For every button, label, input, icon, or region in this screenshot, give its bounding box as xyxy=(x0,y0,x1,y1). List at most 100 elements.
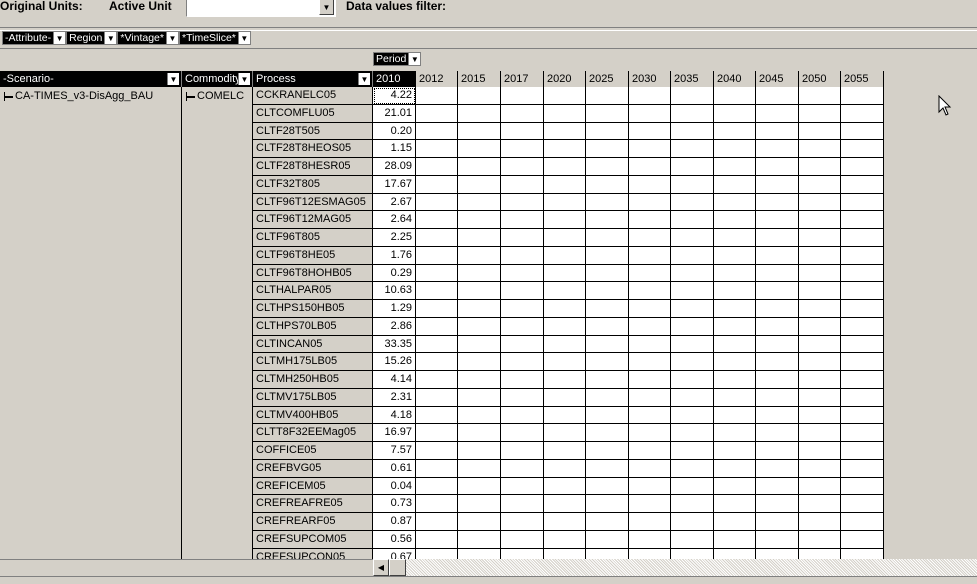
data-cell[interactable] xyxy=(671,246,714,265)
data-cell[interactable]: 0.73 xyxy=(373,495,416,513)
data-cell[interactable] xyxy=(756,335,799,354)
data-cell[interactable] xyxy=(799,495,841,513)
data-cell[interactable] xyxy=(841,140,884,158)
data-cell[interactable] xyxy=(671,353,714,371)
data-cell[interactable] xyxy=(799,300,841,318)
data-cell[interactable] xyxy=(756,513,799,531)
data-cell[interactable] xyxy=(799,459,841,478)
data-cell[interactable] xyxy=(416,104,458,123)
data-cell[interactable] xyxy=(458,335,501,354)
process-row-label[interactable]: CLTHPS150HB05 xyxy=(253,300,373,318)
data-cell[interactable] xyxy=(586,140,629,158)
data-cell[interactable] xyxy=(714,140,756,158)
data-cell[interactable] xyxy=(671,264,714,283)
data-cell[interactable] xyxy=(544,175,586,194)
data-cell[interactable] xyxy=(501,424,544,442)
data-cell[interactable] xyxy=(501,122,544,141)
process-row-label[interactable]: CLTF28T505 xyxy=(253,122,373,141)
data-cell[interactable] xyxy=(586,406,629,425)
data-cell[interactable] xyxy=(629,406,671,425)
scenario-column-header[interactable]: -Scenario- ▼ xyxy=(0,71,182,87)
data-cell[interactable] xyxy=(544,87,586,105)
data-cell[interactable]: 2.31 xyxy=(373,388,416,407)
data-cell[interactable] xyxy=(671,140,714,158)
data-cell[interactable] xyxy=(756,477,799,496)
data-cell[interactable] xyxy=(629,104,671,123)
data-cell[interactable] xyxy=(629,229,671,247)
data-cell[interactable] xyxy=(416,424,458,442)
chevron-down-icon[interactable]: ▼ xyxy=(319,0,334,15)
data-cell[interactable] xyxy=(841,371,884,389)
data-cell[interactable] xyxy=(501,388,544,407)
data-cell[interactable] xyxy=(756,158,799,176)
data-cell[interactable] xyxy=(671,87,714,105)
data-cell[interactable] xyxy=(544,353,586,371)
process-row-label[interactable]: CREFICEM05 xyxy=(253,477,373,496)
data-cell[interactable]: 1.29 xyxy=(373,300,416,318)
data-cell[interactable] xyxy=(501,353,544,371)
year-header-2015[interactable]: 2015 xyxy=(458,71,501,88)
data-cell[interactable] xyxy=(416,193,458,212)
chevron-down-icon[interactable]: ▼ xyxy=(358,73,370,85)
data-cell[interactable] xyxy=(501,477,544,496)
data-cell[interactable]: 17.67 xyxy=(373,175,416,194)
data-cell[interactable] xyxy=(629,300,671,318)
region-filter-chip[interactable]: Region ▼ xyxy=(66,31,118,45)
data-cell[interactable] xyxy=(756,530,799,549)
process-row-label[interactable]: CLTMH175LB05 xyxy=(253,353,373,371)
data-cell[interactable] xyxy=(586,246,629,265)
data-cell[interactable] xyxy=(416,229,458,247)
data-cell[interactable] xyxy=(714,335,756,354)
scroll-thumb[interactable] xyxy=(389,559,406,576)
process-row-label[interactable]: CREFBVG05 xyxy=(253,459,373,478)
data-cell[interactable]: 4.22 xyxy=(373,87,416,105)
data-cell[interactable] xyxy=(501,317,544,336)
data-cell[interactable] xyxy=(629,388,671,407)
data-cell[interactable] xyxy=(714,371,756,389)
horizontal-scrollbar[interactable]: ◀ xyxy=(373,559,977,576)
data-cell[interactable] xyxy=(756,211,799,229)
data-cell[interactable] xyxy=(458,282,501,300)
data-cell[interactable] xyxy=(586,335,629,354)
data-cell[interactable]: 2.86 xyxy=(373,317,416,336)
data-cell[interactable] xyxy=(629,246,671,265)
data-cell[interactable] xyxy=(756,353,799,371)
data-cell[interactable] xyxy=(416,246,458,265)
data-cell[interactable] xyxy=(586,211,629,229)
data-cell[interactable] xyxy=(544,317,586,336)
data-cell[interactable]: 0.56 xyxy=(373,530,416,549)
data-cell[interactable] xyxy=(671,530,714,549)
data-cell[interactable] xyxy=(586,193,629,212)
year-header-2040[interactable]: 2040 xyxy=(714,71,756,88)
process-row-label[interactable]: CLTT8F32EEMag05 xyxy=(253,424,373,442)
data-cell[interactable] xyxy=(416,459,458,478)
data-cell[interactable] xyxy=(458,104,501,123)
data-cell[interactable]: 0.87 xyxy=(373,513,416,531)
data-cell[interactable] xyxy=(714,317,756,336)
year-header-2012[interactable]: 2012 xyxy=(416,71,458,88)
process-row-label[interactable]: CREFREARF05 xyxy=(253,513,373,531)
data-cell[interactable] xyxy=(458,371,501,389)
data-cell[interactable] xyxy=(629,140,671,158)
data-cell[interactable] xyxy=(841,229,884,247)
data-cell[interactable] xyxy=(544,300,586,318)
data-cell[interactable] xyxy=(629,335,671,354)
data-cell[interactable] xyxy=(841,459,884,478)
process-row-label[interactable]: CLTF96T12MAG05 xyxy=(253,211,373,229)
active-unit-select[interactable]: ▼ xyxy=(186,0,336,17)
process-row-label[interactable]: CLTMV400HB05 xyxy=(253,406,373,425)
data-cell[interactable] xyxy=(544,211,586,229)
data-cell[interactable] xyxy=(756,193,799,212)
data-cell[interactable] xyxy=(671,495,714,513)
data-cell[interactable] xyxy=(841,193,884,212)
data-cell[interactable] xyxy=(841,477,884,496)
data-cell[interactable] xyxy=(458,477,501,496)
data-cell[interactable] xyxy=(756,229,799,247)
process-row-label[interactable]: CREFSUPCOM05 xyxy=(253,530,373,549)
data-cell[interactable] xyxy=(671,335,714,354)
data-cell[interactable] xyxy=(629,459,671,478)
process-column-header[interactable]: Process ▼ xyxy=(253,71,373,87)
chevron-down-icon[interactable]: ▼ xyxy=(238,73,250,85)
data-cell[interactable] xyxy=(714,158,756,176)
data-cell[interactable] xyxy=(756,246,799,265)
